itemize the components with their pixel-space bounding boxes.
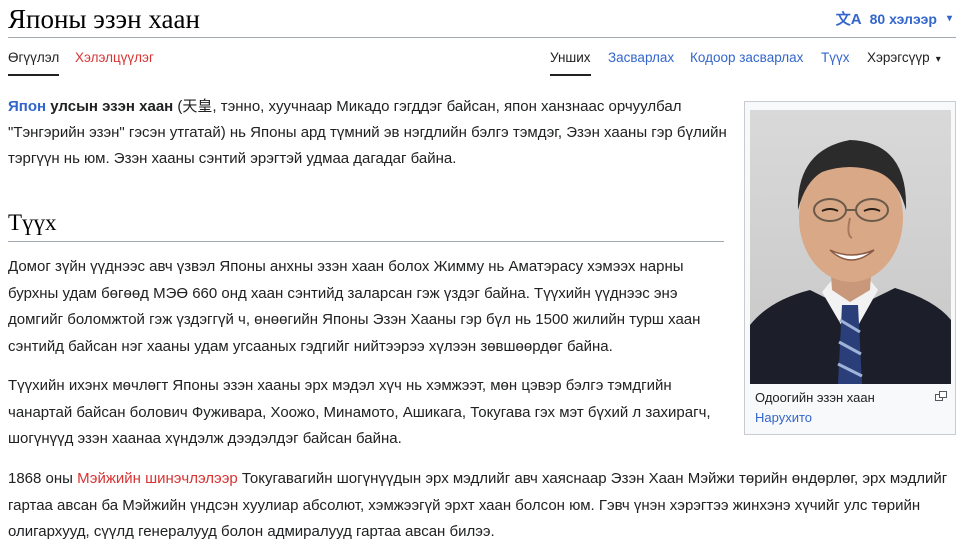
tools-label: Хэрэгсүүр — [867, 50, 930, 65]
history-paragraph-2: Түүхийн ихэнх мөчлөгт Японы эзэн хааны э… — [8, 377, 711, 447]
languages-label: 80 хэлээр — [869, 10, 937, 27]
page-title: Японы эзэн хаан — [8, 4, 200, 34]
naruhito-link[interactable]: Нарухито — [755, 408, 949, 428]
section-heading-history: Түүх — [8, 206, 724, 242]
infobox-caption: Одоогийн эзэн хаан Нарухито — [755, 388, 949, 428]
intro-bold: улсын эзэн хаан — [46, 98, 174, 115]
translate-icon: 文A — [835, 11, 862, 28]
japan-link[interactable]: Япон — [8, 98, 46, 115]
enlarge-icon[interactable] — [935, 391, 947, 401]
tab-tools[interactable]: Хэрэгсүүр ▾ — [867, 50, 941, 74]
intro-paragraph: Япон улсын эзэн хаан (天皇, тэнно, хуучнаа… — [8, 94, 728, 183]
tab-article[interactable]: Өгүүлэл — [8, 50, 60, 76]
tab-edit-source[interactable]: Кодоор засварлах — [690, 50, 803, 74]
portrait-drawing — [750, 140, 951, 384]
p3-start: 1868 оны — [8, 470, 78, 487]
tab-history[interactable]: Түүх — [821, 50, 850, 74]
portrait-photo[interactable] — [750, 110, 951, 384]
history-paragraph-3: 1868 оны Мэйжийн шинэчлэлээр Токугавагий… — [8, 466, 958, 546]
tab-edit[interactable]: Засварлах — [608, 50, 674, 74]
caption-text: Одоогийн эзэн хаан — [755, 390, 875, 405]
chevron-down-icon: ▾ — [935, 54, 941, 65]
meiji-restoration-link[interactable]: Мэйжийн шинэчлэлээр — [77, 470, 238, 487]
history-paragraph-1: Домог зүйн үүднээс авч үзвэл Японы анхны… — [8, 258, 701, 355]
languages-button[interactable]: 文A 80 хэлээр ▾ — [836, 8, 952, 29]
tab-talk[interactable]: Хэлэлцүүлэг — [75, 50, 154, 74]
chevron-down-icon: ▾ — [946, 13, 952, 24]
tabs-row: Өгүүлэл Хэлэлцүүлэг Унших Засварлах Кодо… — [8, 38, 956, 76]
tab-read[interactable]: Унших — [550, 50, 591, 76]
infobox: Одоогийн эзэн хаан Нарухито — [744, 101, 956, 435]
title-row: Японы эзэн хаан 文A 80 хэлээр ▾ — [8, 0, 956, 38]
